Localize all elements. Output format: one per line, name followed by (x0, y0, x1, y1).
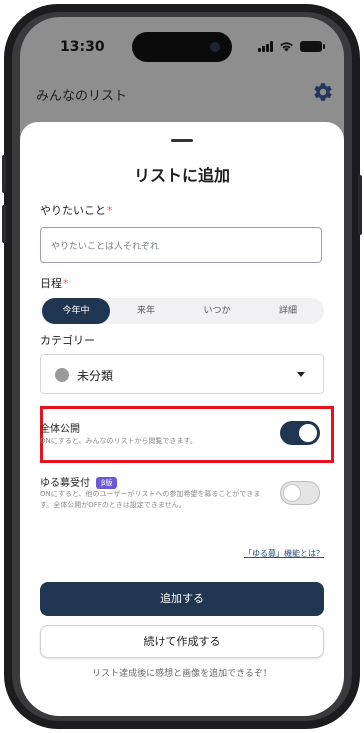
public-toggle[interactable] (280, 421, 320, 445)
schedule-option-next-year[interactable]: 来年 (112, 298, 180, 324)
toggle-knob (283, 484, 301, 502)
status-time: 13:30 (60, 39, 105, 55)
yurubo-title: ゆる募受付 (40, 478, 90, 489)
screen: 13:30 みんなのリスト リストに追加 やりたいこと* やりたいことは人それぞ… (20, 17, 344, 716)
side-button-left-1 (2, 155, 6, 193)
schedule-segmented-control: 今年中 来年 いつか 詳細 (40, 298, 324, 324)
category-label: カテゴリー (40, 334, 95, 347)
todo-label-text: やりたいこと (40, 204, 106, 217)
category-select[interactable]: 未分類 (40, 354, 324, 394)
signal-icon (258, 41, 273, 52)
status-bar: 13:30 (20, 17, 344, 69)
battery-icon (300, 41, 325, 52)
sheet-title: リストに追加 (133, 166, 230, 185)
camera-icon (210, 42, 220, 52)
todo-placeholder: やりたいことは人それぞれ (51, 242, 160, 252)
toggle-knob (299, 424, 317, 442)
add-to-list-sheet: リストに追加 やりたいこと* やりたいことは人それぞれ 日程* 今年中 来年 い… (20, 122, 344, 716)
side-button-right (358, 175, 362, 235)
required-mark: * (107, 204, 113, 217)
footer-note: リスト達成後に感想と画像を追加できるぞ！ (92, 669, 272, 679)
dynamic-island (132, 32, 232, 62)
required-mark: * (63, 277, 69, 290)
app-bar: みんなのリスト (20, 81, 344, 111)
schedule-option-this-year[interactable]: 今年中 (42, 298, 110, 324)
schedule-option-detail[interactable]: 詳細 (254, 298, 322, 324)
chevron-down-icon (297, 372, 305, 377)
app-title: みんなのリスト (36, 89, 128, 104)
sheet-handle[interactable] (171, 139, 193, 142)
yurubo-title-row: ゆる募受付 β版 (40, 474, 118, 489)
yurubo-toggle[interactable] (280, 481, 320, 505)
category-color-dot (55, 368, 69, 382)
side-button-left-2 (2, 205, 6, 243)
todo-label: やりたいこと* (40, 202, 113, 218)
schedule-label-text: 日程 (40, 277, 62, 290)
public-title: 全体公開 (40, 424, 80, 435)
public-description: ONにすると、みんなのリストから閲覧できます。 (40, 437, 197, 445)
todo-input[interactable]: やりたいことは人それぞれ (40, 227, 322, 263)
beta-badge: β版 (96, 477, 118, 489)
continue-create-button[interactable]: 続けて作成する (40, 625, 324, 658)
yurubo-info-link[interactable]: 「ゆる募」機能とは？ (244, 548, 324, 559)
schedule-option-someday[interactable]: いつか (183, 298, 251, 324)
category-value: 未分類 (77, 369, 114, 383)
schedule-label: 日程* (40, 275, 69, 291)
yurubo-description: ONにすると、他のユーザーがリストへの参加希望を募ることができます。全体公開がO… (40, 490, 261, 509)
add-button[interactable]: 追加する (40, 582, 324, 616)
status-icons (258, 41, 325, 52)
wifi-icon (280, 42, 293, 52)
gear-icon[interactable] (312, 81, 334, 103)
